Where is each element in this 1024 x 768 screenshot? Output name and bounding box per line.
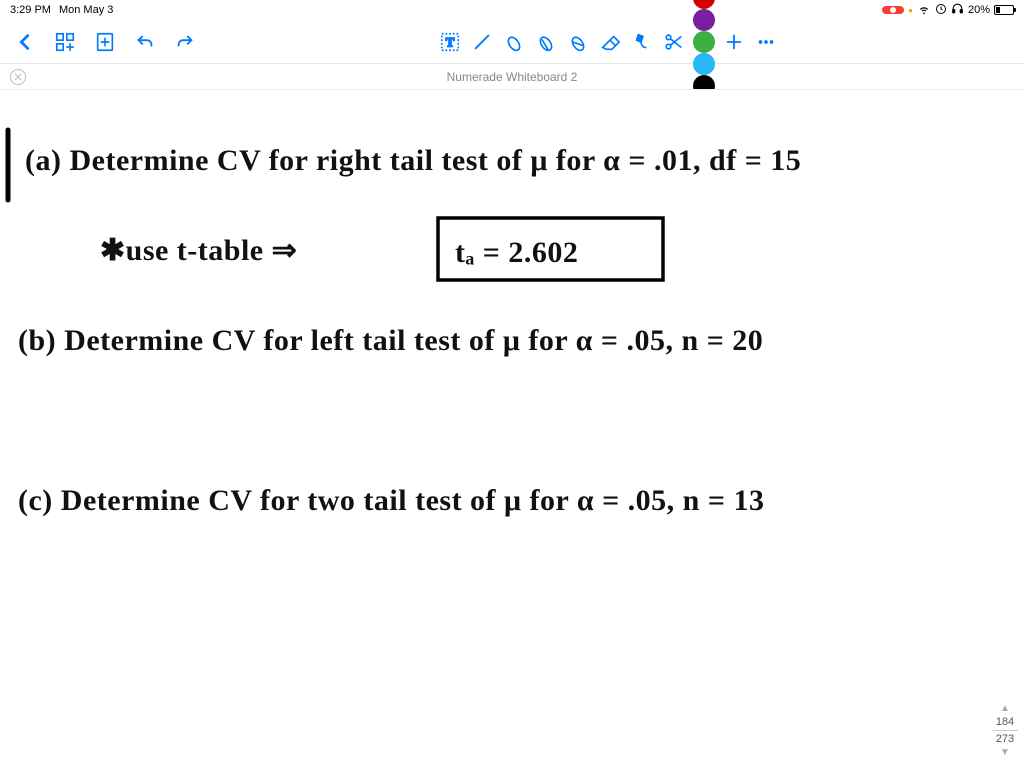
status-time: 3:29 PM — [10, 4, 51, 16]
page-down-button[interactable]: ▼ — [1000, 747, 1010, 758]
color-swatch-2[interactable] — [693, 31, 715, 53]
whiteboard-canvas[interactable]: (a) Determine CV for right tail test of … — [0, 90, 1024, 768]
page-total: 273 — [996, 733, 1014, 745]
document-title: Numerade Whiteboard 2 — [447, 70, 578, 84]
status-date: Mon May 3 — [59, 4, 113, 16]
handwriting-line-c: (c) Determine CV for two tail test of μ … — [18, 484, 764, 517]
close-button[interactable] — [10, 69, 26, 85]
lasso-tool-button[interactable] — [629, 29, 655, 55]
color-swatch-1[interactable] — [693, 9, 715, 31]
highlighter-tool-button[interactable] — [533, 29, 559, 55]
pen-tool-button[interactable] — [501, 29, 527, 55]
add-tool-button[interactable] — [721, 29, 747, 55]
title-bar: Numerade Whiteboard 2 — [0, 64, 1024, 90]
app-toolbar: T — [0, 20, 1024, 64]
text-tool-button[interactable]: T — [437, 29, 463, 55]
color-swatch-0[interactable] — [693, 0, 715, 9]
new-page-button[interactable] — [92, 29, 118, 55]
undo-button[interactable] — [132, 29, 158, 55]
grid-add-button[interactable] — [52, 29, 78, 55]
status-left: 3:29 PM Mon May 3 — [10, 4, 113, 16]
page-divider — [992, 730, 1018, 731]
page-navigator: ▲ 184 273 ▼ — [992, 703, 1018, 758]
page-current: 184 — [996, 716, 1014, 728]
line-tool-button[interactable] — [469, 29, 495, 55]
battery-icon — [994, 5, 1014, 15]
svg-text:T: T — [446, 35, 455, 49]
eraser-tool-button[interactable] — [597, 29, 623, 55]
back-button[interactable] — [12, 29, 38, 55]
redo-button[interactable] — [172, 29, 198, 55]
scissors-tool-button[interactable] — [661, 29, 687, 55]
more-button[interactable] — [753, 29, 779, 55]
toolbar-left — [12, 29, 198, 55]
handwriting-boxed-answer: tₐ = 2.602 — [455, 236, 578, 269]
page-up-button[interactable]: ▲ — [1000, 703, 1010, 714]
handwriting-line-a: (a) Determine CV for right tail test of … — [25, 144, 801, 177]
handwriting-line-a2-pre: ✱use t-table ⇒ — [100, 234, 297, 267]
handwriting-line-b: (b) Determine CV for left tail test of μ… — [18, 324, 763, 357]
marker-tool-button[interactable] — [565, 29, 591, 55]
